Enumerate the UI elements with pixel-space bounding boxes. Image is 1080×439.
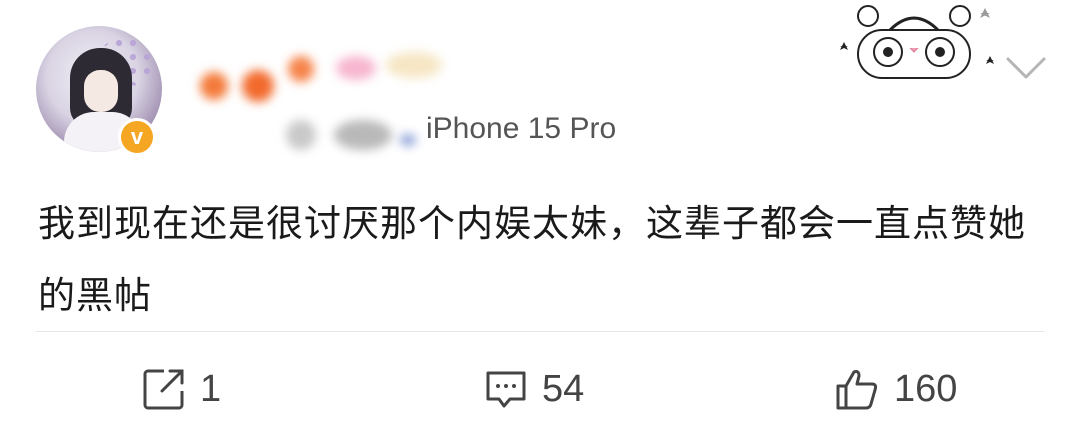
comment-icon — [486, 371, 526, 408]
repost-icon — [143, 369, 184, 410]
blurred-username[interactable] — [196, 48, 456, 112]
chevron-down-icon[interactable] — [1005, 54, 1047, 82]
comment-button[interactable]: 54 — [484, 362, 584, 416]
sticker-decoration-icon — [840, 5, 994, 79]
verified-badge-icon: v — [118, 118, 156, 156]
repost-button[interactable]: 1 — [142, 362, 221, 416]
like-count: 160 — [894, 367, 958, 410]
divider — [36, 331, 1044, 332]
repost-count: 1 — [200, 367, 222, 410]
blurred-post-meta — [282, 114, 432, 154]
post-device: iPhone 15 Pro — [426, 112, 617, 145]
comment-count: 54 — [542, 367, 585, 410]
post-text-part-1: 我到现在还是很讨厌那个内娱太妹，这辈子都会一直点赞她的黑帖 — [38, 202, 1026, 317]
like-button[interactable]: 160 — [834, 362, 957, 416]
post-content: 我到现在还是很讨厌那个内娱太妹，这辈子都会一直点赞她的黑帖 — [38, 188, 1048, 332]
avatar-face — [84, 70, 118, 112]
thumbs-up-icon — [836, 370, 878, 410]
